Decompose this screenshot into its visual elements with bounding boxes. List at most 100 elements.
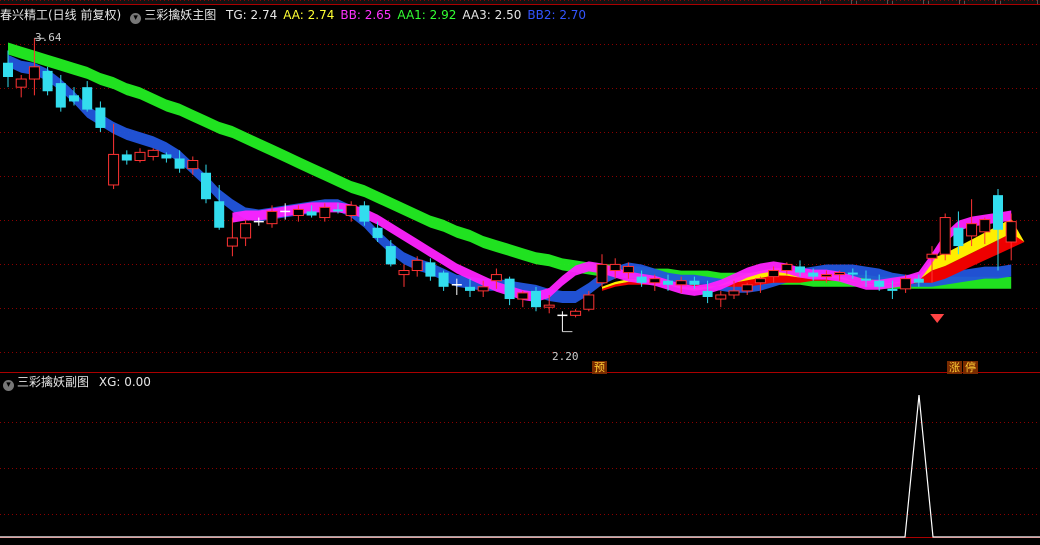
kline-chart[interactable] bbox=[0, 0, 1040, 545]
candle-body bbox=[808, 272, 819, 277]
candlestick bbox=[121, 150, 132, 165]
candlestick bbox=[715, 290, 727, 308]
candle-body bbox=[398, 270, 410, 276]
low-price-label: 2.20 bbox=[552, 350, 579, 363]
green-band bbox=[8, 42, 1012, 289]
candle-body bbox=[939, 217, 951, 255]
candle-body bbox=[689, 280, 700, 285]
candlestick bbox=[3, 50, 13, 88]
candle-body bbox=[306, 211, 317, 216]
candlestick bbox=[42, 66, 53, 96]
candle-body bbox=[531, 290, 541, 308]
candle-body bbox=[385, 246, 396, 265]
candle-body bbox=[15, 78, 27, 88]
candle-body bbox=[768, 270, 780, 278]
candle-body bbox=[609, 263, 621, 272]
sub-indicator-name[interactable]: 三彩擒妖副图 bbox=[17, 375, 89, 389]
candlestick bbox=[147, 148, 159, 161]
candlestick bbox=[993, 189, 1003, 271]
candle-body bbox=[543, 304, 555, 308]
candle-body bbox=[345, 204, 357, 217]
candle-body bbox=[55, 83, 66, 108]
candle-body bbox=[266, 210, 278, 225]
candle-body bbox=[874, 280, 885, 287]
candle-body bbox=[465, 286, 475, 291]
candle-body bbox=[201, 172, 211, 200]
sub-chart-header: ▾ 三彩擒妖副图 XG: 0.00 bbox=[0, 373, 163, 391]
signal-tag-zhang: 涨 bbox=[947, 361, 962, 374]
candle-body bbox=[913, 278, 924, 283]
indicator-value: BB: 2.65 bbox=[340, 8, 392, 22]
candlestick bbox=[82, 81, 93, 112]
candlestick bbox=[201, 164, 211, 204]
candle-body bbox=[333, 209, 343, 212]
candlestick bbox=[939, 213, 951, 261]
candle-body bbox=[174, 158, 185, 169]
candle-body bbox=[319, 206, 331, 219]
stock-title: 春兴精工(日线 前复权) bbox=[0, 8, 122, 22]
candle-body bbox=[570, 310, 582, 316]
candlestick bbox=[741, 282, 753, 295]
candle-body bbox=[82, 87, 93, 110]
candle-body bbox=[425, 262, 436, 277]
candle-body bbox=[583, 294, 595, 310]
candle-body bbox=[861, 278, 871, 281]
main-indicator-name[interactable]: 三彩擒妖主图 bbox=[144, 8, 216, 22]
candle-body bbox=[649, 278, 661, 284]
grid-lines bbox=[0, 0, 1040, 538]
candlestick bbox=[28, 38, 40, 96]
indicator-value: AA1: 2.92 bbox=[397, 8, 457, 22]
candle-body bbox=[504, 278, 515, 300]
gem-signal-icon bbox=[930, 314, 945, 323]
candle-body bbox=[187, 160, 199, 170]
candle-body bbox=[28, 66, 40, 80]
candle-body bbox=[121, 154, 132, 161]
candle-body bbox=[42, 70, 53, 92]
candlestick bbox=[134, 148, 146, 163]
candle-body bbox=[820, 274, 832, 278]
candle-body bbox=[161, 154, 172, 159]
candle-body bbox=[214, 201, 225, 228]
xg-signal-line bbox=[0, 394, 1040, 538]
indicator-value: XG: 0.00 bbox=[98, 375, 151, 389]
candle-body bbox=[372, 227, 383, 238]
magenta-band bbox=[232, 202, 1012, 302]
candle-body bbox=[477, 286, 489, 292]
candlestick bbox=[15, 74, 27, 98]
candle-body bbox=[663, 280, 673, 285]
candlestick bbox=[438, 270, 449, 291]
indicator-value: AA: 2.74 bbox=[283, 8, 335, 22]
candlestick bbox=[240, 219, 252, 247]
candle-body bbox=[517, 292, 529, 300]
candle-body bbox=[226, 237, 238, 247]
candle-body bbox=[596, 263, 608, 284]
candle-body bbox=[953, 227, 964, 247]
candle-body bbox=[781, 263, 793, 272]
candle-body bbox=[134, 151, 146, 162]
candle-body bbox=[887, 288, 898, 291]
indicator-bands bbox=[8, 42, 1025, 304]
indicator-menu-icon[interactable]: ▾ bbox=[3, 380, 14, 391]
indicator-values: XG: 0.00 bbox=[99, 375, 157, 389]
candlestick bbox=[596, 254, 608, 287]
candle-body bbox=[754, 278, 766, 284]
indicator-value: AA3: 2.50 bbox=[462, 8, 522, 22]
candle-body bbox=[147, 149, 159, 157]
sub-chart bbox=[0, 394, 1040, 538]
indicator-values: TG: 2.74 AA: 2.74 BB: 2.65 AA1: 2.92 AA3: 2.… bbox=[226, 8, 592, 22]
candle-body bbox=[795, 266, 805, 273]
candle-body bbox=[728, 290, 740, 296]
indicator-menu-icon[interactable]: ▾ bbox=[130, 13, 142, 24]
candle-body bbox=[847, 272, 858, 275]
candle-body bbox=[622, 265, 634, 274]
candle-body bbox=[3, 62, 13, 77]
candle-body bbox=[979, 219, 991, 233]
candle-body bbox=[292, 208, 304, 217]
candlestick bbox=[557, 311, 568, 332]
high-price-label: 3.64 bbox=[35, 31, 62, 44]
candle-body bbox=[108, 153, 120, 186]
candle-body bbox=[240, 223, 252, 239]
main-chart-header: 春兴精工(日线 前复权) ▾ 三彩擒妖主图 TG: 2.74 AA: 2.74 BB: … bbox=[0, 6, 598, 24]
candle-body bbox=[993, 195, 1003, 230]
candle-body bbox=[926, 253, 938, 259]
